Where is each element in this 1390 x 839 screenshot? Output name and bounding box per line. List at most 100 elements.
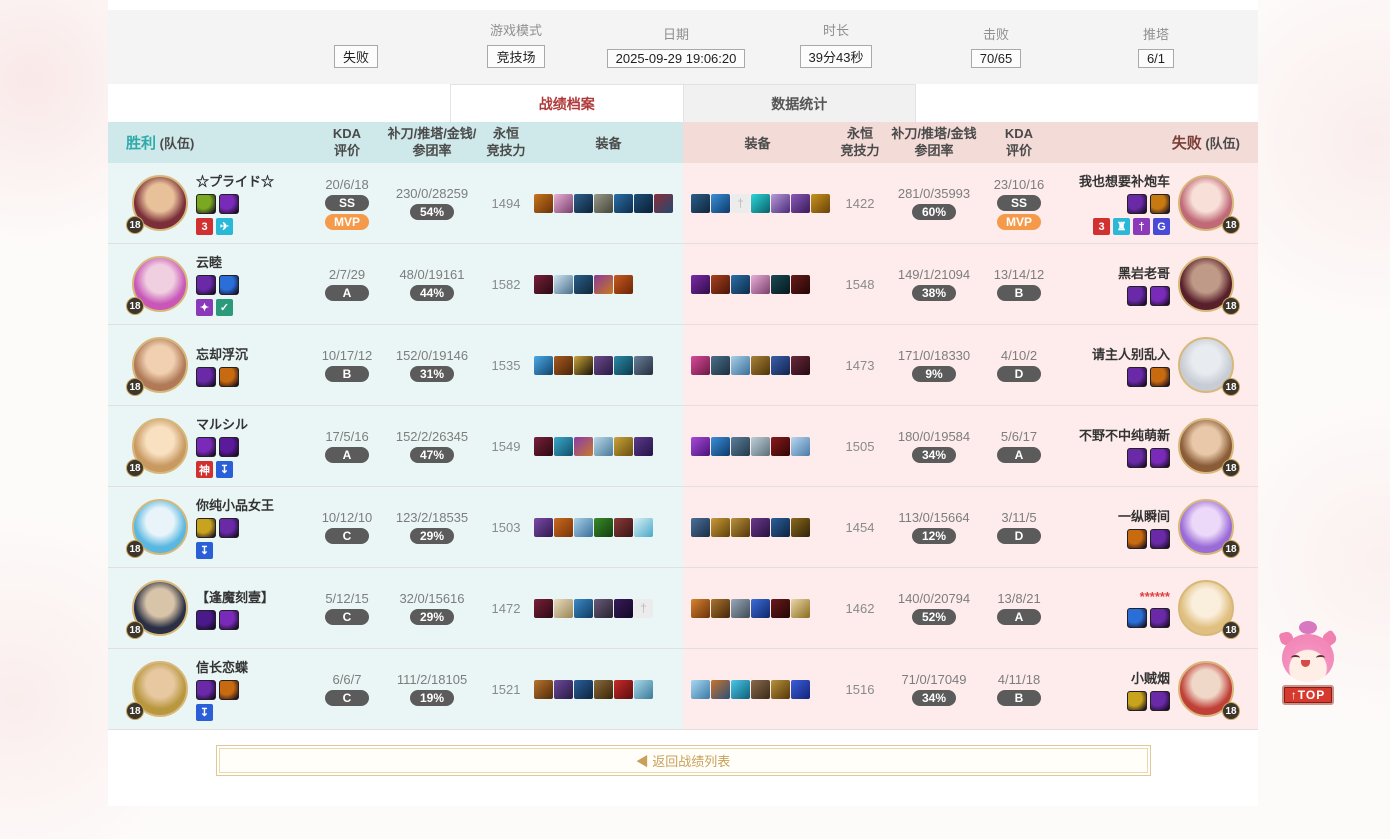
item-icon[interactable] <box>731 599 750 618</box>
item-icon[interactable] <box>594 275 613 294</box>
player-name[interactable]: 忘却浮沉 <box>196 344 308 363</box>
item-icon[interactable] <box>554 275 573 294</box>
item-icon[interactable] <box>731 356 750 375</box>
back-to-top-button[interactable]: ↑TOP <box>1282 685 1334 705</box>
item-icon[interactable] <box>691 599 710 618</box>
item-icon[interactable] <box>751 356 770 375</box>
item-icon[interactable] <box>751 437 770 456</box>
item-icon[interactable] <box>554 356 573 375</box>
player-avatar[interactable]: 18 <box>124 418 196 474</box>
player-avatar[interactable]: 18 <box>1170 580 1242 636</box>
item-icon[interactable] <box>574 356 593 375</box>
item-icon[interactable] <box>534 518 553 537</box>
item-icon[interactable] <box>791 599 810 618</box>
item-icon[interactable] <box>534 599 553 618</box>
player-name[interactable]: ****** <box>1140 589 1170 604</box>
player-name[interactable]: 一纵瞬间 <box>1118 506 1170 525</box>
player-name[interactable]: マルシル <box>196 414 308 433</box>
item-icon[interactable] <box>771 437 790 456</box>
item-icon[interactable] <box>771 518 790 537</box>
item-icon[interactable] <box>751 680 770 699</box>
item-icon[interactable] <box>751 599 770 618</box>
item-icon[interactable] <box>614 680 633 699</box>
item-icon[interactable] <box>711 599 730 618</box>
item-icon[interactable] <box>791 518 810 537</box>
item-icon[interactable] <box>811 194 830 213</box>
player-avatar[interactable]: 18 <box>1170 499 1242 555</box>
item-icon[interactable] <box>554 194 573 213</box>
player-name[interactable]: 不野不中纯萌新 <box>1079 425 1170 444</box>
item-icon[interactable] <box>691 680 710 699</box>
item-icon[interactable] <box>654 194 673 213</box>
item-icon[interactable] <box>731 275 750 294</box>
item-icon[interactable] <box>791 275 810 294</box>
item-icon[interactable] <box>534 680 553 699</box>
item-icon[interactable] <box>574 599 593 618</box>
player-avatar[interactable]: 18 <box>124 256 196 312</box>
item-icon[interactable] <box>711 680 730 699</box>
item-icon[interactable] <box>634 356 653 375</box>
item-icon[interactable] <box>534 275 553 294</box>
item-icon[interactable] <box>534 356 553 375</box>
item-icon[interactable] <box>594 356 613 375</box>
item-icon[interactable] <box>614 275 633 294</box>
item-icon[interactable] <box>751 518 770 537</box>
item-icon[interactable] <box>534 194 553 213</box>
item-icon[interactable] <box>574 680 593 699</box>
player-name[interactable]: 云睦 <box>196 252 308 271</box>
item-icon[interactable] <box>554 680 573 699</box>
item-icon[interactable] <box>634 437 653 456</box>
item-icon[interactable] <box>594 437 613 456</box>
player-avatar[interactable]: 18 <box>1170 418 1242 474</box>
player-avatar[interactable]: 18 <box>1170 661 1242 717</box>
item-icon[interactable] <box>771 356 790 375</box>
item-icon[interactable] <box>691 437 710 456</box>
item-icon[interactable] <box>634 680 653 699</box>
item-icon[interactable] <box>574 194 593 213</box>
item-icon[interactable] <box>791 194 810 213</box>
item-icon[interactable] <box>594 518 613 537</box>
item-icon[interactable] <box>594 194 613 213</box>
item-icon[interactable] <box>554 599 573 618</box>
player-avatar[interactable]: 18 <box>124 499 196 555</box>
item-icon[interactable] <box>791 680 810 699</box>
player-avatar[interactable]: 18 <box>1170 337 1242 393</box>
item-icon[interactable] <box>711 356 730 375</box>
item-icon[interactable] <box>634 194 653 213</box>
player-avatar[interactable]: 18 <box>124 580 196 636</box>
tab-data-statistics[interactable]: 数据统计 <box>684 84 917 122</box>
item-icon[interactable] <box>554 518 573 537</box>
item-icon[interactable] <box>791 356 810 375</box>
item-icon[interactable] <box>731 437 750 456</box>
tab-battle-record[interactable]: 战绩档案 <box>450 84 684 122</box>
item-icon[interactable] <box>731 680 750 699</box>
item-icon[interactable] <box>554 437 573 456</box>
item-icon[interactable] <box>634 518 653 537</box>
item-icon[interactable] <box>691 518 710 537</box>
item-icon[interactable] <box>614 437 633 456</box>
player-avatar[interactable]: 18 <box>124 337 196 393</box>
player-name[interactable]: ☆プライド☆ <box>196 171 308 190</box>
player-avatar[interactable]: 18 <box>124 661 196 717</box>
item-icon[interactable] <box>614 356 633 375</box>
player-name[interactable]: 你纯小品女王 <box>196 495 308 514</box>
player-name[interactable]: 我也想要补炮车 <box>1079 171 1170 190</box>
item-icon[interactable] <box>771 275 790 294</box>
player-name[interactable]: 信长恋蝶 <box>196 657 308 676</box>
item-icon[interactable] <box>614 599 633 618</box>
item-icon[interactable] <box>614 194 633 213</box>
player-name[interactable]: 【逢魔刻壹】 <box>196 587 308 606</box>
player-avatar[interactable]: 18 <box>124 175 196 231</box>
item-icon[interactable] <box>791 437 810 456</box>
item-icon[interactable] <box>711 275 730 294</box>
item-icon[interactable] <box>771 194 790 213</box>
item-icon[interactable] <box>771 599 790 618</box>
item-icon[interactable] <box>614 518 633 537</box>
item-icon[interactable] <box>711 518 730 537</box>
item-icon[interactable] <box>731 518 750 537</box>
item-icon[interactable] <box>711 437 730 456</box>
item-icon[interactable] <box>711 194 730 213</box>
item-icon[interactable] <box>771 680 790 699</box>
item-icon[interactable] <box>691 275 710 294</box>
player-name[interactable]: 小贼烟 <box>1131 668 1170 687</box>
